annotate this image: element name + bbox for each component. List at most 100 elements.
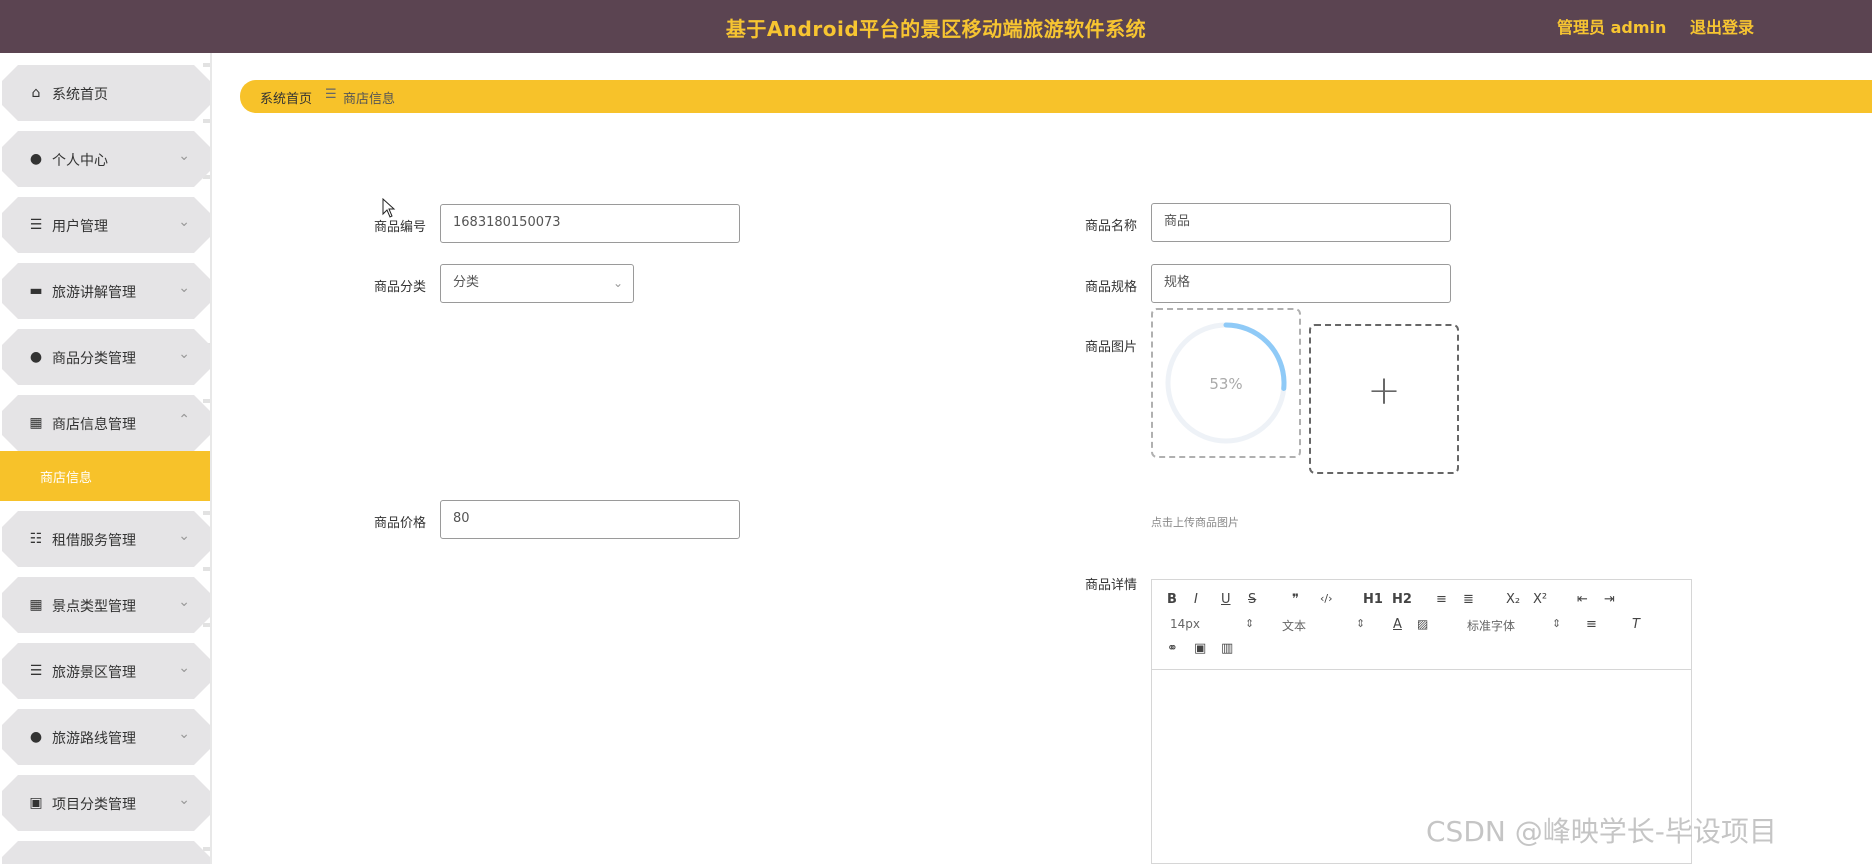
sidebar-item-label: 租借服务管理 <box>52 533 136 549</box>
home-icon: ⌂ <box>31 85 41 101</box>
chevron-down-icon: ⌄ <box>178 214 190 230</box>
sidebar-item-label: 用户管理 <box>52 219 108 235</box>
chevron-down-icon: ⌄ <box>612 276 623 290</box>
breadcrumb-home-link[interactable]: 系统首页 <box>260 88 312 107</box>
product-category-value: 分类 <box>453 275 480 290</box>
sidebar-item-attraction-type[interactable]: ▦ 景点类型管理 ⌄ <box>2 577 210 633</box>
font-family-select[interactable]: 标准字体 <box>1467 617 1515 634</box>
strike-button[interactable]: S <box>1248 592 1256 607</box>
product-price-field[interactable]: 80 <box>440 500 740 539</box>
sliders-icon: ☷ <box>29 531 43 547</box>
h2-button[interactable]: H2 <box>1392 592 1412 607</box>
code-button[interactable]: ‹/› <box>1320 592 1333 605</box>
breadcrumb-separator-icon: ☰ <box>325 87 337 102</box>
outdent-button[interactable]: ⇤ <box>1577 592 1588 607</box>
chevron-down-icon: ⌄ <box>178 528 190 544</box>
watermark: CSDN @峰映学长-毕设项目 <box>1426 815 1777 848</box>
breadcrumb: 系统首页 ☰ 商店信息 <box>240 80 1872 113</box>
product-spec-field[interactable]: 规格 <box>1151 264 1451 303</box>
sidebar-item-label: 系统首页 <box>52 87 108 103</box>
link-icon[interactable]: ⚭ <box>1167 641 1178 656</box>
chevron-up-icon: ⌃ <box>178 412 190 428</box>
indent-button[interactable]: ⇥ <box>1604 592 1615 607</box>
sidebar-item-label: 旅游景区管理 <box>52 665 136 681</box>
product-name-field[interactable]: 商品 <box>1151 203 1451 242</box>
editor-toolbar: B I U S ❞ ‹/› H1 H2 ≡ ≣ X₂ X² ⇤ ⇥ 14px ⇕… <box>1152 580 1691 670</box>
logout-button[interactable]: 退出登录 <box>1690 14 1754 38</box>
image-icon[interactable]: ▣ <box>1194 641 1206 656</box>
product-name-label: 商品名称 <box>1085 219 1138 234</box>
breadcrumb-current: 商店信息 <box>343 92 396 107</box>
sidebar-item-label: 商店信息管理 <box>52 417 136 433</box>
h1-button[interactable]: H1 <box>1363 592 1383 607</box>
sidebar-item-label: 个人中心 <box>52 153 108 169</box>
chevron-down-icon: ⌄ <box>178 346 190 362</box>
clear-format-icon[interactable]: T <box>1632 617 1640 632</box>
sidebar-item-label: 旅游讲解管理 <box>52 285 136 301</box>
ticket-icon: ▬ <box>29 283 43 299</box>
chevron-down-icon: ⌄ <box>178 660 190 676</box>
sidebar-item-label: 商品分类管理 <box>52 351 136 367</box>
chevron-down-icon: ⌄ <box>178 148 190 164</box>
chevron-down-icon: ⌄ <box>178 594 190 610</box>
product-detail-label: 商品详情 <box>1085 578 1138 593</box>
product-category-select[interactable]: 分类 ⌄ <box>440 264 634 303</box>
align-icon[interactable]: ≡ <box>1586 617 1597 632</box>
list-icon: ☰ <box>29 663 43 679</box>
chevron-updown-icon: ⇕ <box>1356 617 1366 630</box>
sidebar-item-personal-center[interactable]: ● 个人中心 ⌄ <box>2 131 210 187</box>
sidebar-item-label: 景点类型管理 <box>52 599 136 615</box>
product-spec-label: 商品规格 <box>1085 280 1138 295</box>
sidebar-item-scenic-area[interactable]: ☰ 旅游景区管理 ⌄ <box>2 643 210 699</box>
chevron-down-icon: ⌄ <box>178 280 190 296</box>
balloon-icon: ● <box>29 349 43 365</box>
bullet-list-button[interactable]: ≣ <box>1463 592 1474 607</box>
product-category-label: 商品分类 <box>374 280 427 295</box>
admin-label: 管理员 admin <box>1557 18 1667 37</box>
block-format-select[interactable]: 文本 <box>1282 617 1306 634</box>
chevron-updown-icon: ⇕ <box>1245 617 1255 630</box>
list-icon: ☰ <box>29 217 43 233</box>
sidebar-item-home[interactable]: ⌂ 系统首页 <box>2 65 210 121</box>
product-code-label: 商品编号 <box>374 220 427 235</box>
sidebar-item-user-management[interactable]: ☰ 用户管理 ⌄ <box>2 197 210 253</box>
sidebar-item-label: 旅游路线管理 <box>52 731 136 747</box>
ordered-list-button[interactable]: ≡ <box>1436 592 1447 607</box>
italic-button[interactable]: I <box>1194 592 1198 607</box>
product-price-label: 商品价格 <box>374 516 427 531</box>
superscript-button[interactable]: X² <box>1533 592 1547 607</box>
mouse-cursor-icon <box>382 198 396 218</box>
sidebar-item-shop-info[interactable]: ▦ 商店信息管理 ⌃ <box>2 395 210 451</box>
chevron-down-icon: ⌄ <box>178 726 190 742</box>
plus-icon: + <box>1367 368 1401 414</box>
upload-progress-box: 53% <box>1151 308 1301 458</box>
sidebar-subitem-label: 商店信息 <box>40 471 93 486</box>
product-code-field[interactable]: 1683180150073 <box>440 204 740 243</box>
sidebar-item-rental[interactable]: ☷ 租借服务管理 ⌄ <box>2 511 210 567</box>
grid-icon: ▦ <box>29 597 43 613</box>
bold-button[interactable]: B <box>1167 592 1177 607</box>
font-color-icon[interactable]: A <box>1393 617 1402 632</box>
underline-button[interactable]: U <box>1221 592 1231 607</box>
chevron-down-icon: ⌄ <box>178 792 190 808</box>
sidebar: ⌂ 系统首页 ● 个人中心 ⌄ ☰ 用户管理 ⌄ ▬ 旅游讲解管理 ⌄ ● 商品… <box>0 53 212 864</box>
upload-progress-ring: 53% <box>1165 322 1287 444</box>
quote-button[interactable]: ❞ <box>1292 592 1299 607</box>
top-header: 基于Android平台的景区移动端旅游软件系统 管理员 admin 退出登录 <box>0 0 1872 53</box>
highlight-icon[interactable]: ▨ <box>1417 617 1428 631</box>
clipboard-icon: ▣ <box>29 795 43 811</box>
font-size-select[interactable]: 14px <box>1170 617 1200 631</box>
add-image-button[interactable]: + <box>1309 324 1459 474</box>
sidebar-item-tour-guide[interactable]: ▬ 旅游讲解管理 ⌄ <box>2 263 210 319</box>
upload-hint: 点击上传商品图片 <box>1151 516 1239 529</box>
sidebar-item-route[interactable]: ● 旅游路线管理 ⌄ <box>2 709 210 765</box>
subscript-button[interactable]: X₂ <box>1506 592 1520 607</box>
product-image-label: 商品图片 <box>1085 340 1138 355</box>
sidebar-item-more[interactable] <box>2 841 210 864</box>
sidebar-item-product-category[interactable]: ● 商品分类管理 ⌄ <box>2 329 210 385</box>
sidebar-subitem-shop-info[interactable]: 商店信息 <box>0 451 210 501</box>
video-icon[interactable]: ▥ <box>1221 641 1233 656</box>
chevron-updown-icon: ⇕ <box>1552 617 1562 630</box>
user-icon: ● <box>29 151 43 167</box>
sidebar-item-project-category[interactable]: ▣ 项目分类管理 ⌄ <box>2 775 210 831</box>
